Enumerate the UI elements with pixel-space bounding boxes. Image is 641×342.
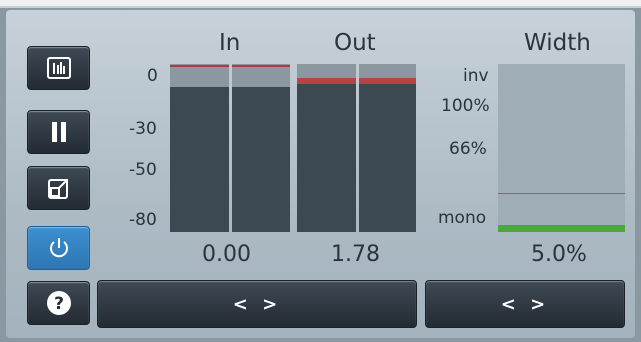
db-scale-label: -30	[129, 119, 157, 139]
in-meter-right	[232, 64, 290, 232]
width-scale-label: 66%	[449, 139, 487, 159]
help-icon: ?	[46, 291, 71, 315]
meter-select-button[interactable]: < >	[97, 280, 417, 328]
width-title: Width	[524, 30, 591, 56]
width-marker-line	[498, 193, 625, 194]
width-value: 5.0%	[531, 242, 587, 267]
svg-text:?: ?	[54, 294, 64, 314]
out-meter-value: 1.78	[331, 242, 380, 267]
pause-icon	[51, 122, 66, 142]
db-scale-label: -50	[129, 160, 157, 180]
resize-icon	[47, 179, 68, 199]
in-meter-title: In	[219, 30, 241, 56]
power-button[interactable]	[27, 226, 90, 270]
meter-view-button[interactable]	[27, 46, 90, 90]
out-meter-right	[359, 64, 416, 232]
help-button[interactable]: ?	[27, 281, 90, 325]
power-icon	[49, 238, 68, 258]
top-strip	[0, 0, 641, 8]
db-scale-label: -80	[129, 210, 157, 230]
width-scale-label: inv	[463, 66, 489, 86]
out-meter-left	[297, 64, 356, 232]
meter-bars-icon	[46, 57, 71, 79]
in-meter-left	[170, 64, 229, 232]
width-scale-label: mono	[438, 208, 487, 228]
width-scale-label: 100%	[441, 96, 490, 116]
width-level-bar	[498, 225, 625, 232]
pause-button[interactable]	[27, 110, 90, 154]
db-scale-label: 0	[147, 66, 158, 86]
in-meter-value: 0.00	[202, 242, 251, 267]
width-select-button[interactable]: < >	[425, 280, 625, 328]
resize-button[interactable]	[27, 166, 90, 210]
width-meter	[498, 64, 625, 232]
out-meter-title: Out	[334, 30, 376, 56]
